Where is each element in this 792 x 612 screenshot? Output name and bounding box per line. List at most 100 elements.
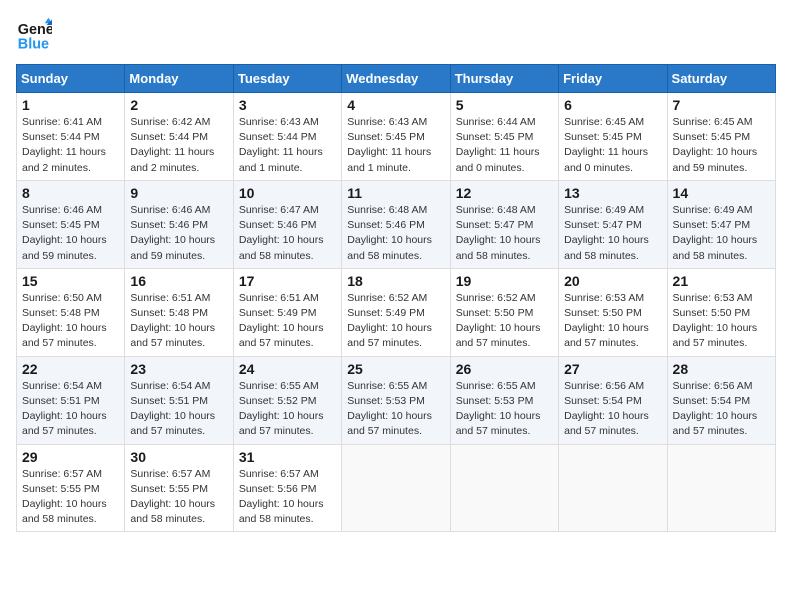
day-info: Sunrise: 6:45 AMSunset: 5:45 PMDaylight:… <box>673 115 770 176</box>
calendar-week-row: 1 Sunrise: 6:41 AMSunset: 5:44 PMDaylight… <box>17 93 776 181</box>
day-number: 7 <box>673 97 770 113</box>
day-info: Sunrise: 6:55 AMSunset: 5:52 PMDaylight:… <box>239 379 336 440</box>
calendar-cell: 2 Sunrise: 6:42 AMSunset: 5:44 PMDaylight… <box>125 93 233 181</box>
calendar-week-row: 8 Sunrise: 6:46 AMSunset: 5:45 PMDaylight… <box>17 180 776 268</box>
day-info: Sunrise: 6:42 AMSunset: 5:44 PMDaylight:… <box>130 115 227 176</box>
day-number: 20 <box>564 273 661 289</box>
day-info: Sunrise: 6:41 AMSunset: 5:44 PMDaylight:… <box>22 115 119 176</box>
day-info: Sunrise: 6:53 AMSunset: 5:50 PMDaylight:… <box>673 291 770 352</box>
calendar-cell: 30 Sunrise: 6:57 AMSunset: 5:55 PMDayligh… <box>125 444 233 532</box>
day-info: Sunrise: 6:43 AMSunset: 5:45 PMDaylight:… <box>347 115 444 176</box>
day-info: Sunrise: 6:52 AMSunset: 5:49 PMDaylight:… <box>347 291 444 352</box>
day-info: Sunrise: 6:48 AMSunset: 5:47 PMDaylight:… <box>456 203 553 264</box>
day-number: 1 <box>22 97 119 113</box>
day-info: Sunrise: 6:43 AMSunset: 5:44 PMDaylight:… <box>239 115 336 176</box>
day-number: 29 <box>22 449 119 465</box>
day-number: 22 <box>22 361 119 377</box>
calendar-cell: 10Sunrise: 6:47 AMSunset: 5:46 PMDayligh… <box>233 180 341 268</box>
calendar-cell: 25 Sunrise: 6:55 AMSunset: 5:53 PMDayligh… <box>342 356 450 444</box>
day-info: Sunrise: 6:46 AMSunset: 5:45 PMDaylight:… <box>22 203 119 264</box>
calendar-cell: 1 Sunrise: 6:41 AMSunset: 5:44 PMDaylight… <box>17 93 125 181</box>
day-number: 14 <box>673 185 770 201</box>
day-number: 12 <box>456 185 553 201</box>
day-number: 6 <box>564 97 661 113</box>
day-info: Sunrise: 6:46 AMSunset: 5:46 PMDaylight:… <box>130 203 227 264</box>
calendar-col-sunday: Sunday <box>17 65 125 93</box>
day-number: 24 <box>239 361 336 377</box>
calendar-cell: 23Sunrise: 6:54 AMSunset: 5:51 PMDayligh… <box>125 356 233 444</box>
calendar-cell <box>342 444 450 532</box>
page-header: General Blue <box>16 16 776 52</box>
calendar-cell: 26Sunrise: 6:55 AMSunset: 5:53 PMDayligh… <box>450 356 558 444</box>
day-number: 8 <box>22 185 119 201</box>
calendar-cell: 18 Sunrise: 6:52 AMSunset: 5:49 PMDayligh… <box>342 268 450 356</box>
day-info: Sunrise: 6:51 AMSunset: 5:49 PMDaylight:… <box>239 291 336 352</box>
day-number: 19 <box>456 273 553 289</box>
calendar-col-wednesday: Wednesday <box>342 65 450 93</box>
day-info: Sunrise: 6:57 AMSunset: 5:55 PMDaylight:… <box>22 467 119 528</box>
day-info: Sunrise: 6:57 AMSunset: 5:56 PMDaylight:… <box>239 467 336 528</box>
calendar-cell: 22 Sunrise: 6:54 AMSunset: 5:51 PMDayligh… <box>17 356 125 444</box>
calendar-cell: 15 Sunrise: 6:50 AMSunset: 5:48 PMDayligh… <box>17 268 125 356</box>
calendar-body: 1 Sunrise: 6:41 AMSunset: 5:44 PMDaylight… <box>17 93 776 532</box>
calendar-cell <box>667 444 775 532</box>
calendar-cell: 13 Sunrise: 6:49 AMSunset: 5:47 PMDayligh… <box>559 180 667 268</box>
day-info: Sunrise: 6:44 AMSunset: 5:45 PMDaylight:… <box>456 115 553 176</box>
day-info: Sunrise: 6:54 AMSunset: 5:51 PMDaylight:… <box>22 379 119 440</box>
day-number: 23 <box>130 361 227 377</box>
day-number: 15 <box>22 273 119 289</box>
day-info: Sunrise: 6:51 AMSunset: 5:48 PMDaylight:… <box>130 291 227 352</box>
calendar-cell: 20 Sunrise: 6:53 AMSunset: 5:50 PMDayligh… <box>559 268 667 356</box>
svg-text:Blue: Blue <box>18 36 49 52</box>
day-info: Sunrise: 6:47 AMSunset: 5:46 PMDaylight:… <box>239 203 336 264</box>
day-info: Sunrise: 6:55 AMSunset: 5:53 PMDaylight:… <box>347 379 444 440</box>
day-number: 25 <box>347 361 444 377</box>
day-info: Sunrise: 6:49 AMSunset: 5:47 PMDaylight:… <box>673 203 770 264</box>
calendar-cell <box>450 444 558 532</box>
day-info: Sunrise: 6:53 AMSunset: 5:50 PMDaylight:… <box>564 291 661 352</box>
day-number: 2 <box>130 97 227 113</box>
calendar-cell: 7 Sunrise: 6:45 AMSunset: 5:45 PMDaylight… <box>667 93 775 181</box>
day-number: 27 <box>564 361 661 377</box>
day-info: Sunrise: 6:49 AMSunset: 5:47 PMDaylight:… <box>564 203 661 264</box>
day-number: 9 <box>130 185 227 201</box>
day-number: 28 <box>673 361 770 377</box>
calendar-cell: 9 Sunrise: 6:46 AMSunset: 5:46 PMDaylight… <box>125 180 233 268</box>
day-number: 4 <box>347 97 444 113</box>
day-number: 30 <box>130 449 227 465</box>
day-info: Sunrise: 6:50 AMSunset: 5:48 PMDaylight:… <box>22 291 119 352</box>
day-number: 17 <box>239 273 336 289</box>
calendar-col-thursday: Thursday <box>450 65 558 93</box>
calendar-cell: 21 Sunrise: 6:53 AMSunset: 5:50 PMDayligh… <box>667 268 775 356</box>
calendar-cell: 16 Sunrise: 6:51 AMSunset: 5:48 PMDayligh… <box>125 268 233 356</box>
calendar-cell: 6 Sunrise: 6:45 AMSunset: 5:45 PMDaylight… <box>559 93 667 181</box>
day-info: Sunrise: 6:55 AMSunset: 5:53 PMDaylight:… <box>456 379 553 440</box>
day-number: 18 <box>347 273 444 289</box>
calendar-week-row: 29 Sunrise: 6:57 AMSunset: 5:55 PMDayligh… <box>17 444 776 532</box>
day-number: 13 <box>564 185 661 201</box>
day-info: Sunrise: 6:56 AMSunset: 5:54 PMDaylight:… <box>673 379 770 440</box>
calendar-cell: 31 Sunrise: 6:57 AMSunset: 5:56 PMDayligh… <box>233 444 341 532</box>
calendar-cell: 17 Sunrise: 6:51 AMSunset: 5:49 PMDayligh… <box>233 268 341 356</box>
day-info: Sunrise: 6:48 AMSunset: 5:46 PMDaylight:… <box>347 203 444 264</box>
calendar-cell: 11Sunrise: 6:48 AMSunset: 5:46 PMDayligh… <box>342 180 450 268</box>
calendar-cell: 24 Sunrise: 6:55 AMSunset: 5:52 PMDayligh… <box>233 356 341 444</box>
day-number: 31 <box>239 449 336 465</box>
calendar-week-row: 22 Sunrise: 6:54 AMSunset: 5:51 PMDayligh… <box>17 356 776 444</box>
day-number: 21 <box>673 273 770 289</box>
calendar-cell: 3 Sunrise: 6:43 AMSunset: 5:44 PMDaylight… <box>233 93 341 181</box>
calendar-cell <box>559 444 667 532</box>
calendar-week-row: 15 Sunrise: 6:50 AMSunset: 5:48 PMDayligh… <box>17 268 776 356</box>
day-info: Sunrise: 6:45 AMSunset: 5:45 PMDaylight:… <box>564 115 661 176</box>
day-number: 3 <box>239 97 336 113</box>
day-info: Sunrise: 6:57 AMSunset: 5:55 PMDaylight:… <box>130 467 227 528</box>
day-number: 5 <box>456 97 553 113</box>
calendar-cell: 8 Sunrise: 6:46 AMSunset: 5:45 PMDaylight… <box>17 180 125 268</box>
day-info: Sunrise: 6:52 AMSunset: 5:50 PMDaylight:… <box>456 291 553 352</box>
calendar-col-friday: Friday <box>559 65 667 93</box>
calendar-cell: 28 Sunrise: 6:56 AMSunset: 5:54 PMDayligh… <box>667 356 775 444</box>
calendar-cell: 29 Sunrise: 6:57 AMSunset: 5:55 PMDayligh… <box>17 444 125 532</box>
calendar-col-tuesday: Tuesday <box>233 65 341 93</box>
calendar-header-row: SundayMondayTuesdayWednesdayThursdayFrid… <box>17 65 776 93</box>
day-number: 16 <box>130 273 227 289</box>
